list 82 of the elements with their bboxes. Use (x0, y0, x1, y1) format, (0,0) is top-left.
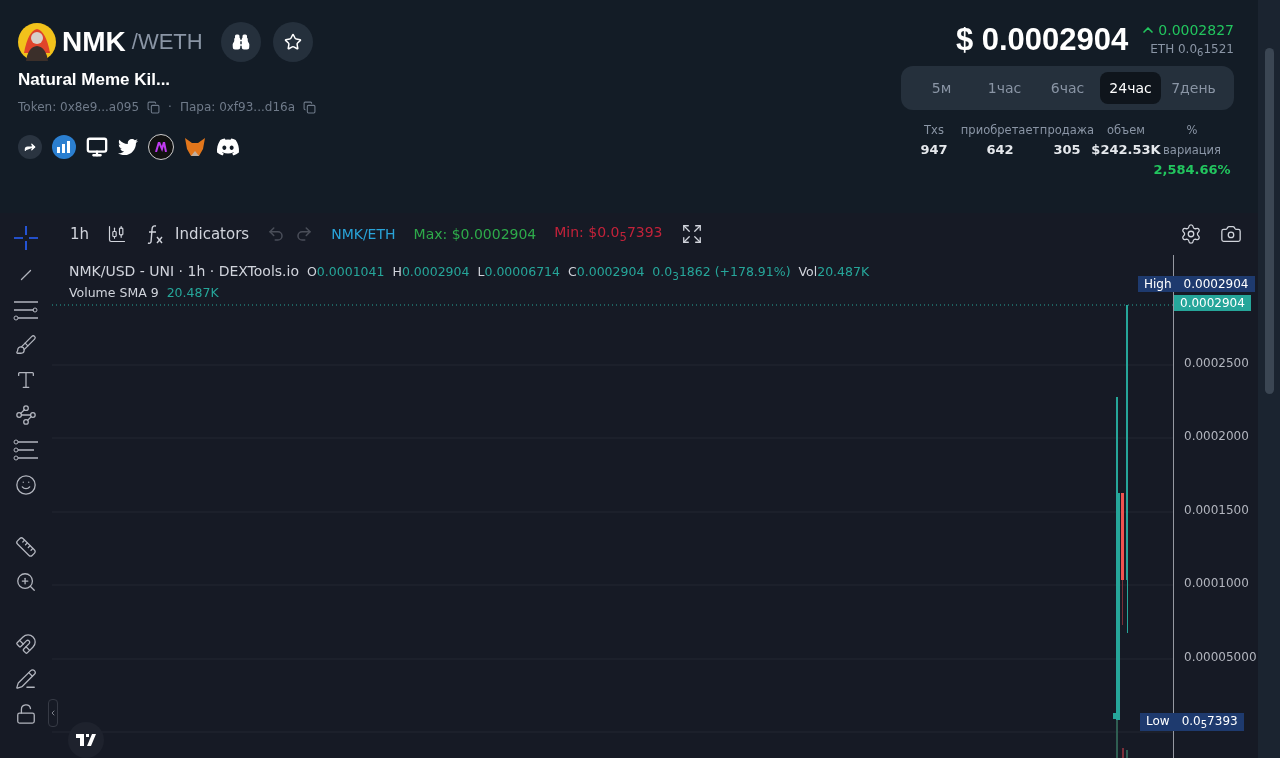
stat-label: продажа (1039, 122, 1095, 140)
stat-label: % вариация (1162, 122, 1222, 160)
binoculars-button[interactable] (220, 22, 261, 62)
token-address: Token: 0x8e9...a095 (18, 100, 140, 114)
text-tool-icon[interactable] (15, 369, 37, 391)
timeframe-tab[interactable]: 5м (911, 72, 972, 105)
price-tick: 0.00005000 (1184, 649, 1257, 664)
candles-icon[interactable] (107, 224, 128, 244)
chart-title: NMK/USD - UNI · 1h · DEXTools.io (69, 263, 299, 279)
stat-value: 947 (920, 141, 948, 160)
avatar-icon (18, 23, 56, 61)
binoculars-icon (231, 33, 250, 51)
ohlc-value: 0.0002904 (576, 264, 645, 279)
timeframe-tab[interactable]: 24час (1100, 72, 1161, 105)
share-icon[interactable] (18, 135, 42, 159)
price-usd: $ 0.0002904 (955, 22, 1129, 58)
token-name: Natural Meme Kil... (18, 70, 172, 90)
stat-value: 305 (1053, 141, 1081, 160)
timeframe-tab[interactable]: 7день (1163, 72, 1224, 105)
price-tick: 0.0002500 (1184, 356, 1249, 370)
fox-icon[interactable] (184, 137, 206, 157)
zoom-in-icon[interactable] (15, 571, 37, 593)
timeframe-tab[interactable]: 6час (1037, 72, 1098, 105)
price-tick: 0.0001500 (1184, 502, 1249, 517)
crosshair-icon[interactable] (13, 225, 39, 251)
magnet-icon[interactable] (15, 633, 37, 655)
smiley-icon[interactable] (15, 474, 37, 496)
copy-icon[interactable] (303, 100, 317, 114)
price-tick: 0.0002000 (1184, 429, 1249, 444)
min-price: Min: $0.0$_{5}$7393 (554, 224, 663, 244)
stat-value: 2,584.66% (1153, 161, 1231, 180)
twitter-icon[interactable] (118, 137, 138, 157)
forecast-lines-icon[interactable] (13, 439, 39, 461)
star-icon (283, 33, 302, 51)
tradingview-logo-icon[interactable] (68, 722, 104, 758)
ohlc-value: 0.00006714 (484, 264, 560, 279)
price-eth: ETH 0.0$_{6}$1521 (1150, 42, 1234, 59)
circle-logo-icon[interactable] (148, 134, 174, 160)
current-price-badge: 0.0002904 (1174, 295, 1251, 311)
high-price-badge: High 0.0002904 (1138, 276, 1255, 292)
favorite-button[interactable] (272, 22, 313, 62)
sma-value: 20.487K (166, 284, 219, 300)
horizontal-lines-icon[interactable] (13, 299, 39, 321)
interval-button[interactable]: 1h (70, 225, 90, 243)
price-change: 0.0002827 (1140, 22, 1234, 38)
stat-label: приобретает (960, 122, 1040, 140)
volume-label: Vol (798, 264, 818, 279)
price-change-value: 0.0$_{3}$1862 (+178.91%) (652, 264, 791, 282)
sma-label: Volume SMA 9 (69, 284, 159, 300)
ruler-icon[interactable] (15, 536, 37, 558)
stat-label: объем (1107, 122, 1145, 140)
settings-icon[interactable] (1180, 223, 1202, 245)
pattern-tool-icon[interactable] (15, 404, 37, 426)
monitor-icon[interactable] (86, 136, 108, 158)
copy-icon[interactable] (147, 100, 161, 114)
max-price: Max: $0.0002904 (413, 226, 537, 242)
camera-icon[interactable] (1220, 223, 1242, 245)
scrollbar-thumb[interactable] (1264, 48, 1274, 394)
timeframe-tab[interactable]: 1час (974, 72, 1035, 105)
ohlc-label: O (307, 264, 317, 279)
stat-value: $242.53K (1091, 141, 1161, 160)
token-symbol: NMK (62, 26, 126, 58)
price-tick: 0.0001000 (1184, 576, 1249, 591)
ohlc-value: 0.0001041 (316, 264, 385, 279)
lock-icon[interactable] (15, 703, 37, 725)
pair-address: Пара: 0xf93...d16a (179, 100, 296, 114)
volume-value: 20.487K (817, 264, 870, 279)
low-price-badge: Low 0.0$_{5}$7393 (1140, 713, 1244, 732)
stat-label: Txs (924, 122, 944, 140)
chevron-left-icon (49, 708, 57, 718)
pair-label: NMK/ETH (331, 226, 396, 242)
separator-dot: · (168, 100, 172, 114)
ohlc-label: C (568, 264, 577, 279)
ohlc-label: L (477, 264, 485, 279)
ohlc-label: H (392, 264, 402, 279)
stat-value: 642 (986, 141, 1014, 160)
bar-chart-logo-icon[interactable] (52, 135, 76, 159)
indicators-button[interactable]: Indicators (145, 223, 250, 245)
brush-icon[interactable] (15, 334, 37, 356)
ohlc-value: 0.0002904 (401, 264, 470, 279)
fullscreen-icon[interactable] (680, 223, 703, 245)
quote-symbol: /WETH (131, 29, 203, 55)
